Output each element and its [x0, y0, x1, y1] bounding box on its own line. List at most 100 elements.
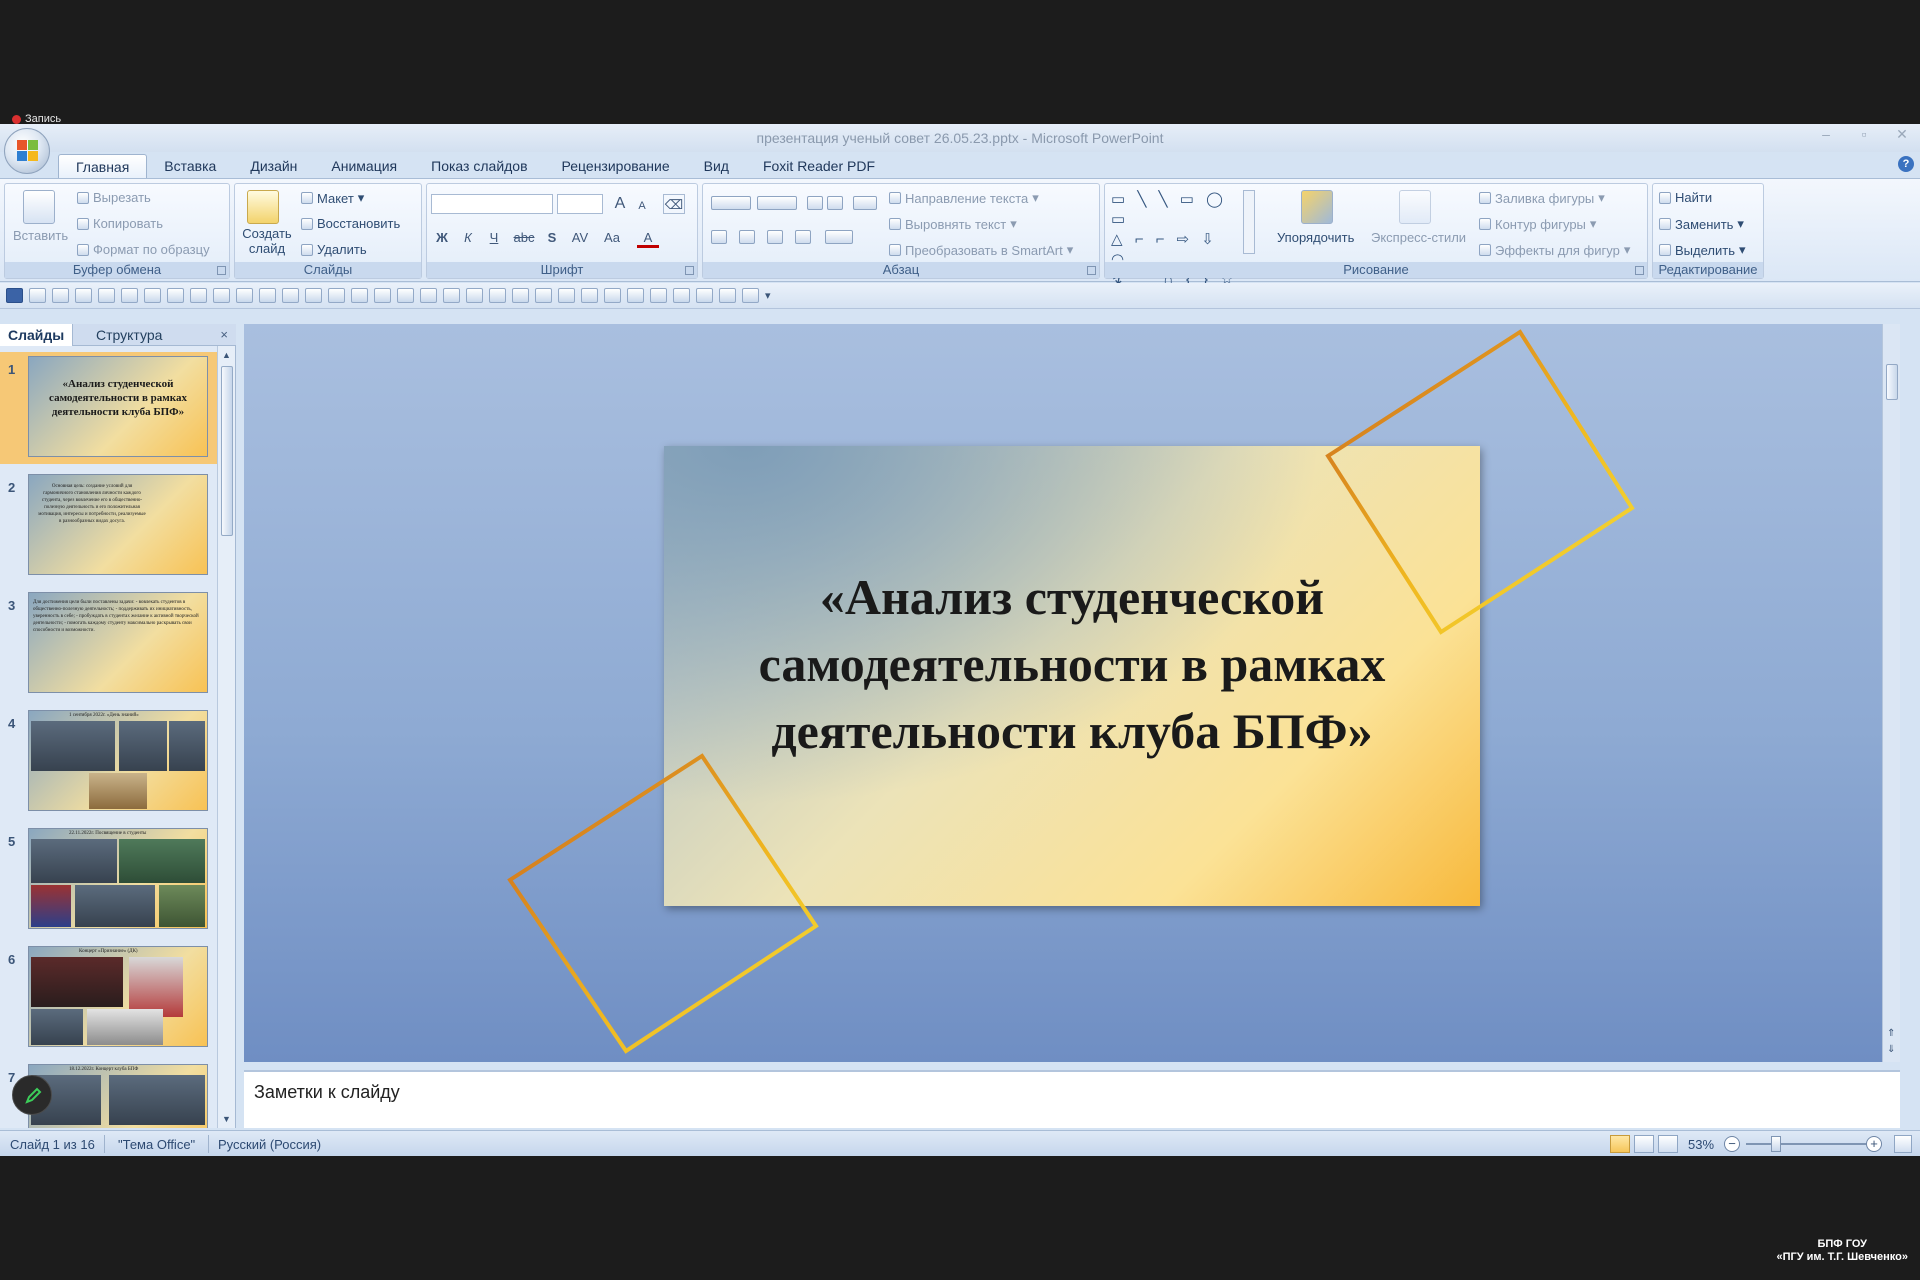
zoom-slider-handle[interactable]: [1771, 1136, 1781, 1152]
align-icon[interactable]: [489, 288, 506, 303]
grow-font-button[interactable]: A: [609, 194, 631, 214]
slide-scrollbar[interactable]: ⇑ ⇓: [1882, 324, 1900, 1062]
office-button[interactable]: [4, 128, 50, 174]
chart-icon[interactable]: [305, 288, 322, 303]
redo-icon[interactable]: [52, 288, 69, 303]
shape-outline-button[interactable]: Контур фигуры ▾: [1479, 216, 1596, 232]
sound-icon[interactable]: [719, 288, 736, 303]
shape-fill-button[interactable]: Заливка фигуры ▾: [1479, 190, 1605, 206]
scroll-thumb[interactable]: [221, 366, 233, 536]
shapes-icon[interactable]: [259, 288, 276, 303]
italic-button[interactable]: К: [457, 228, 479, 248]
notes-placeholder[interactable]: Заметки к слайду: [254, 1082, 400, 1103]
bring-forward-icon[interactable]: [443, 288, 460, 303]
quick-styles-button[interactable]: Экспресс-стили: [1371, 230, 1466, 245]
normal-view-icon[interactable]: [1610, 1135, 1630, 1153]
save-icon[interactable]: [6, 288, 23, 303]
undo-icon[interactable]: [29, 288, 46, 303]
align-left-icon[interactable]: [711, 230, 727, 244]
text-direction-button[interactable]: Направление текста ▾: [889, 190, 1039, 206]
crop-icon[interactable]: [167, 288, 184, 303]
zoom-level[interactable]: 53%: [1688, 1137, 1714, 1152]
font-color-button[interactable]: A: [637, 228, 659, 248]
send-backward-icon[interactable]: [466, 288, 483, 303]
reset-button[interactable]: Восстановить: [301, 216, 400, 231]
line-spacing-icon[interactable]: [853, 196, 877, 210]
more-icon[interactable]: [581, 288, 598, 303]
duplicate-icon[interactable]: [673, 288, 690, 303]
shape-effects-button[interactable]: Эффекты для фигур ▾: [1479, 242, 1630, 258]
increase-indent-icon[interactable]: [827, 196, 843, 210]
language-indicator[interactable]: Русский (Россия): [218, 1137, 321, 1152]
shrink-font-button[interactable]: A: [631, 196, 653, 216]
thumbnail-slide-6[interactable]: 6 Концерт «Признание» (ДК): [0, 942, 218, 1054]
close-button[interactable]: ✕: [1892, 126, 1912, 143]
rotate-icon[interactable]: [351, 288, 368, 303]
preview-icon[interactable]: [98, 288, 115, 303]
paragraph-launcher-icon[interactable]: [1087, 266, 1096, 275]
zoom-icon[interactable]: [535, 288, 552, 303]
find-button[interactable]: Найти: [1659, 190, 1712, 205]
next-slide-icon[interactable]: ⇓: [1887, 1045, 1895, 1055]
tab-insert[interactable]: Вставка: [147, 154, 233, 178]
tab-slides[interactable]: Слайды: [0, 324, 74, 346]
tab-review[interactable]: Рецензирование: [545, 154, 687, 178]
font-name-combo[interactable]: [431, 194, 553, 214]
tab-home[interactable]: Главная: [58, 154, 148, 178]
maximize-button[interactable]: ▫: [1854, 126, 1874, 143]
justify-icon[interactable]: [795, 230, 811, 244]
close-panel-icon[interactable]: ×: [220, 327, 228, 342]
flip-icon[interactable]: [374, 288, 391, 303]
pen-tool-button[interactable]: [12, 1075, 52, 1115]
arrange-button[interactable]: Упорядочить: [1277, 230, 1354, 245]
zoom-in-icon[interactable]: +: [1866, 1136, 1882, 1152]
prev-slide-icon[interactable]: ⇑: [1887, 1029, 1895, 1039]
movie-icon[interactable]: [742, 288, 759, 303]
edit-icon[interactable]: [328, 288, 345, 303]
format-painter-button[interactable]: Формат по образцу: [77, 242, 210, 257]
bold-button[interactable]: Ж: [431, 228, 453, 248]
decrease-indent-icon[interactable]: [807, 196, 823, 210]
thumbnail-slide-5[interactable]: 5 22.11.2022г. Посвящение в студенты: [0, 824, 218, 936]
open-icon[interactable]: [121, 288, 138, 303]
cut-button[interactable]: Вырезать: [77, 190, 151, 205]
shapes-gallery[interactable]: ▭ ╲ ╲ ▭ ◯ ▭ △ ⌐ ⌐ ⇨ ⇩ ◠ ↯ ⌒ ∩ { } ☆: [1111, 190, 1239, 288]
tab-view[interactable]: Вид: [687, 154, 746, 178]
slide-editing-area[interactable]: «Анализ студенческой самодеятельности в …: [244, 324, 1900, 1062]
paste-button[interactable]: Вставить: [13, 228, 68, 243]
align-text-button[interactable]: Выровнять текст ▾: [889, 216, 1017, 232]
distribute-icon[interactable]: [512, 288, 529, 303]
tab-outline[interactable]: Структура: [88, 324, 170, 346]
drawing-launcher-icon[interactable]: [1635, 266, 1644, 275]
tab-animation[interactable]: Анимация: [314, 154, 414, 178]
underline-button[interactable]: Ч: [483, 228, 505, 248]
hyperlink-icon[interactable]: [696, 288, 713, 303]
numbering-icon[interactable]: [757, 196, 797, 210]
zoom-slider-track[interactable]: [1746, 1143, 1866, 1145]
minimize-button[interactable]: –: [1816, 126, 1836, 143]
scroll-down-icon[interactable]: ▼: [222, 1114, 231, 1124]
align-center-icon[interactable]: [739, 230, 755, 244]
print-icon[interactable]: [75, 288, 92, 303]
convert-smartart-button[interactable]: Преобразовать в SmartArt ▾: [889, 242, 1073, 258]
shapes-gallery-scroll[interactable]: [1243, 190, 1255, 254]
replace-button[interactable]: Заменить ▾: [1659, 216, 1744, 232]
font-size-combo[interactable]: [557, 194, 603, 214]
font-launcher-icon[interactable]: [685, 266, 694, 275]
delete-slide-button[interactable]: Удалить: [301, 242, 367, 257]
layout-button[interactable]: Макет ▾: [301, 190, 364, 206]
scroll-up-icon[interactable]: ▲: [222, 350, 231, 360]
image-icon[interactable]: [144, 288, 161, 303]
spelling-icon[interactable]: [397, 288, 414, 303]
group-icon[interactable]: [190, 288, 207, 303]
tab-foxit[interactable]: Foxit Reader PDF: [746, 154, 892, 178]
char-spacing-button[interactable]: AV: [567, 228, 593, 248]
columns-icon[interactable]: [825, 230, 853, 244]
strikethrough-button[interactable]: abc: [511, 228, 537, 248]
folder-icon[interactable]: [420, 288, 437, 303]
dialog-launcher-icon[interactable]: [217, 266, 226, 275]
new-icon[interactable]: [604, 288, 621, 303]
new-slide-button[interactable]: Создать слайд: [239, 226, 295, 256]
notes-pane[interactable]: Заметки к слайду: [244, 1070, 1900, 1128]
bullets-icon[interactable]: [711, 196, 751, 210]
